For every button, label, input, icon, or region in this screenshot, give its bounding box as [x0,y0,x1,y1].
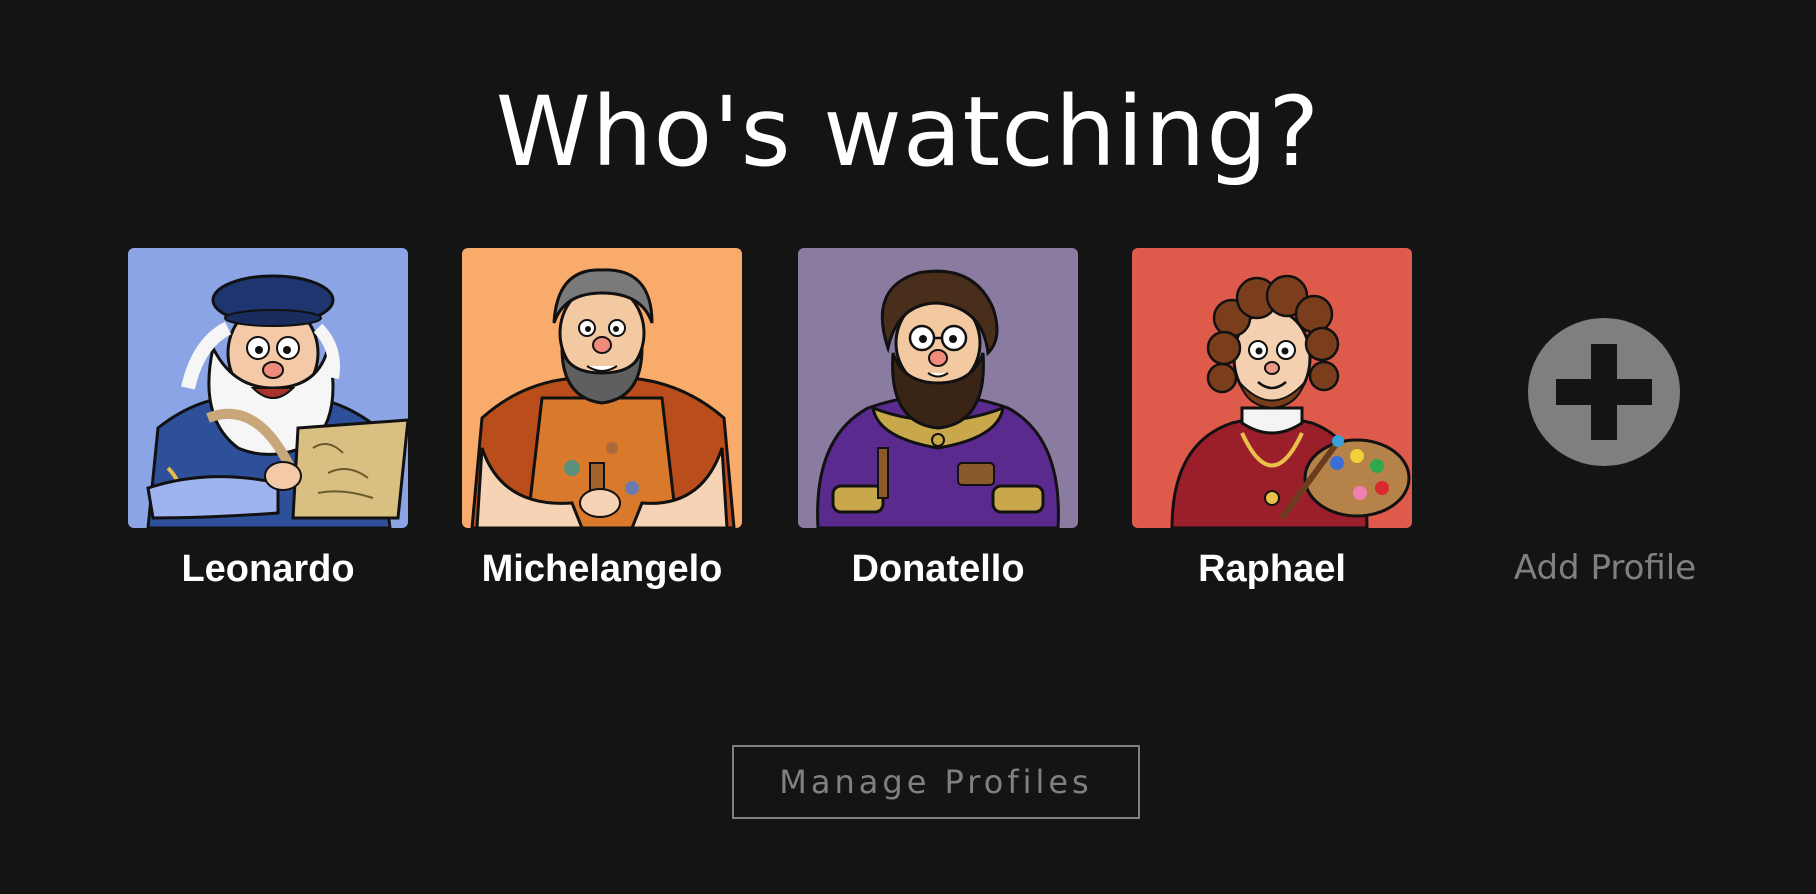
add-profile-label: Add Profile [1513,548,1697,588]
michelangelo-avatar-illustration [462,248,742,528]
donatello-avatar-illustration [798,248,1078,528]
raphael-avatar-illustration [1132,248,1412,528]
profile-name: Raphael [1198,548,1346,590]
avatar[interactable] [798,248,1078,528]
profile-donatello[interactable]: Donatello [798,248,1078,592]
avatar[interactable] [462,248,742,528]
avatar[interactable] [1132,248,1412,528]
manage-profiles-button[interactable]: Manage Profiles [732,745,1140,819]
profile-leonardo[interactable]: Leonardo [128,248,408,592]
profile-list: Leonardo Michelangelo Donatello Raphael … [0,248,1816,608]
profile-name: Leonardo [181,548,355,590]
add-profile-button[interactable]: Add Profile [1460,248,1750,608]
page-title: Who's watching? [495,76,1321,188]
profile-michelangelo[interactable]: Michelangelo [462,248,742,592]
profile-name: Michelangelo [481,548,723,590]
plus-icon[interactable] [1528,318,1680,466]
profile-raphael[interactable]: Raphael [1132,248,1412,592]
avatar[interactable] [128,248,408,528]
profile-gate: Who's watching? Leonardo Michelangelo Do… [0,0,1816,894]
leonardo-avatar-illustration [128,248,408,528]
profile-name: Donatello [851,548,1025,590]
